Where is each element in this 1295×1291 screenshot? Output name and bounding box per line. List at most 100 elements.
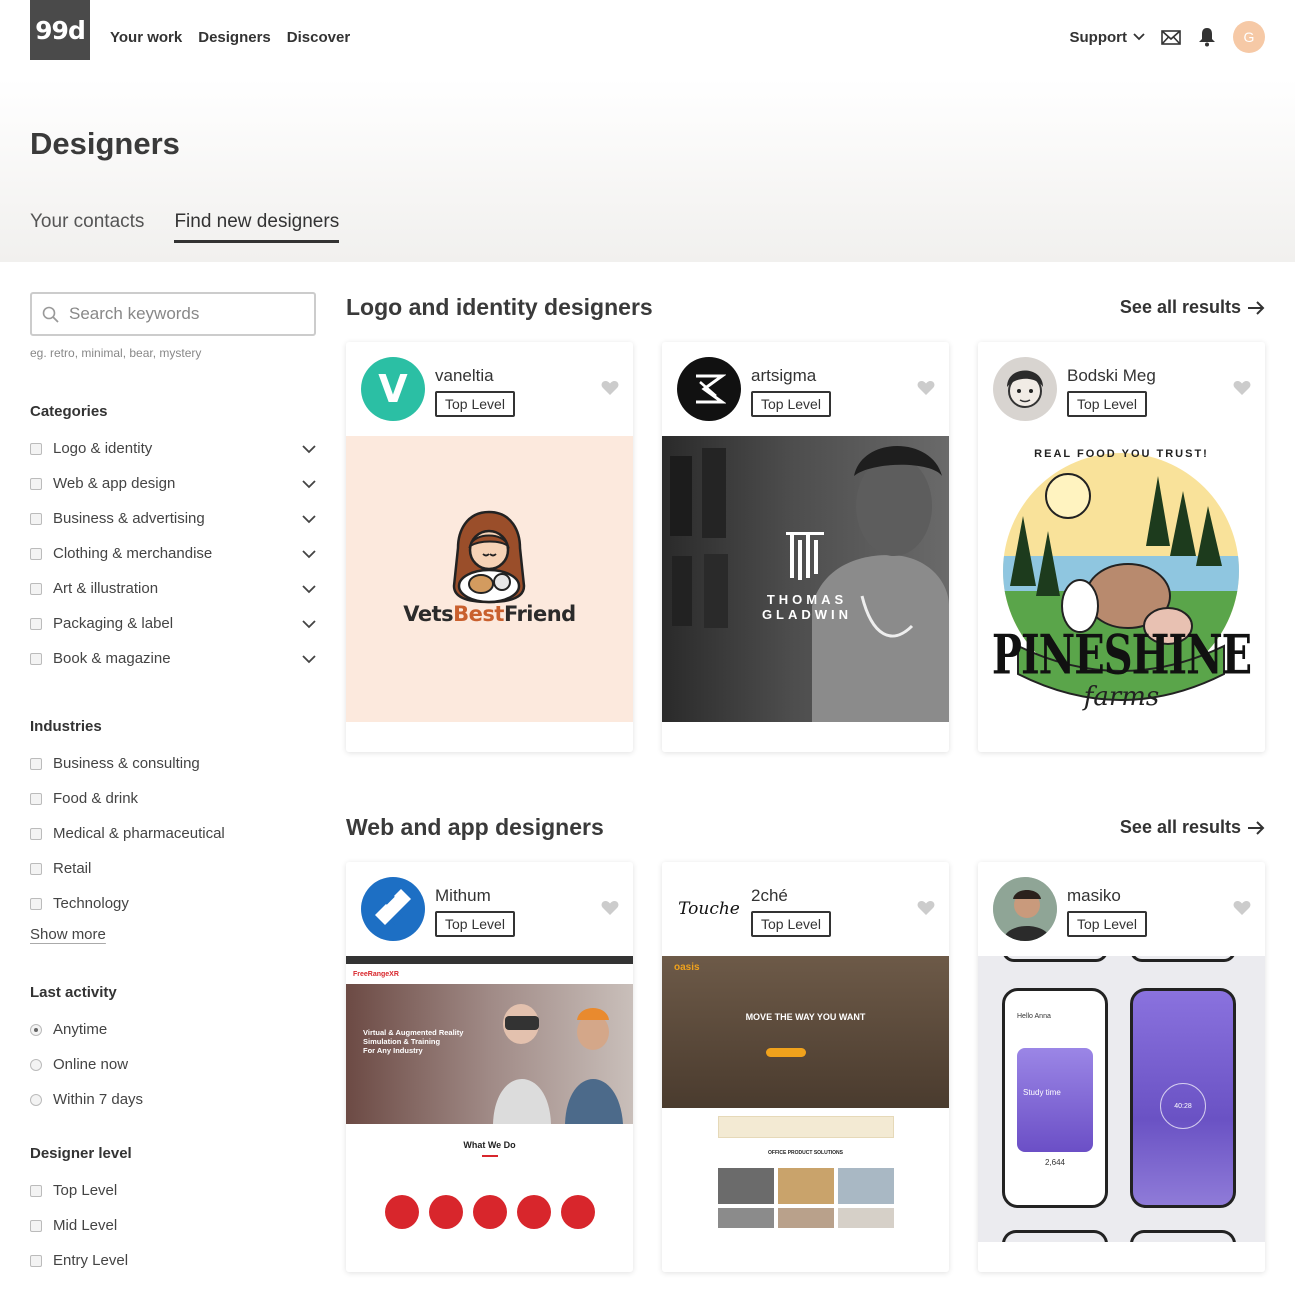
tab-find-new-designers[interactable]: Find new designers [174, 211, 340, 243]
designer-avatar[interactable]: Touche [677, 877, 741, 941]
checkbox-book-and-magazine[interactable]: Book & magazine [30, 641, 316, 676]
designer-avatar[interactable] [361, 877, 425, 941]
chevron-down-icon[interactable] [302, 511, 316, 528]
study-card: Study time [1017, 1048, 1093, 1152]
checkbox[interactable] [30, 512, 42, 525]
designer-card-artsigma[interactable]: artsigma Top Level THOMAS GLADWIN [662, 342, 949, 752]
card-header: artsigma Top Level [662, 342, 949, 436]
checkbox-technology[interactable]: Technology [30, 886, 316, 921]
nav-your-work[interactable]: Your work [110, 29, 182, 46]
heart-icon[interactable] [917, 380, 935, 396]
hero-line-3: For Any Industry [363, 1046, 423, 1055]
checkbox-business-and-consulting[interactable]: Business & consulting [30, 746, 316, 781]
checkbox-medical-and-pharmaceutical[interactable]: Medical & pharmaceutical [30, 816, 316, 851]
checkbox-retail[interactable]: Retail [30, 851, 316, 886]
portfolio-image[interactable]: Hello Anna Study time 2,644 40:28 [978, 956, 1265, 1242]
nav-designers[interactable]: Designers [198, 29, 271, 46]
checkbox[interactable] [30, 792, 42, 805]
chevron-down-icon[interactable] [302, 546, 316, 563]
checkbox[interactable] [30, 862, 42, 875]
see-all-web-link[interactable]: See all results [1120, 817, 1265, 838]
heart-icon[interactable] [601, 900, 619, 916]
designer-card-2che[interactable]: Touche 2ché Top Level oasis MOVE THE WAY… [662, 862, 949, 1272]
designer-avatar[interactable]: V [361, 357, 425, 421]
designer-name[interactable]: vaneltia [435, 366, 494, 386]
designer-name[interactable]: Mithum [435, 886, 491, 906]
designer-avatar[interactable] [993, 357, 1057, 421]
radio-within-7-days[interactable]: Within 7 days [30, 1082, 316, 1117]
show-more-link[interactable]: Show more [30, 926, 106, 943]
portfolio-image[interactable]: VetsBestFriend [346, 436, 633, 722]
checkbox-business-and-advertising[interactable]: Business & advertising [30, 501, 316, 536]
checkbox-art-and-illustration[interactable]: Art & illustration [30, 571, 316, 606]
portfolio-image[interactable]: THOMAS GLADWIN [662, 436, 949, 722]
card-header: V vaneltia Top Level [346, 342, 633, 436]
card-header: Mithum Top Level [346, 862, 633, 956]
filter-label: Food & drink [53, 790, 139, 807]
designer-card-masiko[interactable]: masiko Top Level Hello Anna Study time 2… [978, 862, 1265, 1272]
designer-card-mithum[interactable]: Mithum Top Level FreeRangeXR Virtual & A… [346, 862, 633, 1272]
checkbox-food-and-drink[interactable]: Food & drink [30, 781, 316, 816]
farm-subtitle: farms [1083, 682, 1160, 712]
designer-card-vaneltia[interactable]: V vaneltia Top Level VetsBestFriend [346, 342, 633, 752]
checkbox-packaging-and-label[interactable]: Packaging & label [30, 606, 316, 641]
checkbox-top-level[interactable]: Top Level [30, 1173, 316, 1208]
designer-name[interactable]: masiko [1067, 886, 1121, 906]
avatar-signature: Touche [678, 899, 740, 919]
heart-icon[interactable] [601, 380, 619, 396]
designer-avatar[interactable] [677, 357, 741, 421]
designer-avatar[interactable] [993, 877, 1057, 941]
user-avatar[interactable]: G [1233, 21, 1265, 53]
chevron-down-icon[interactable] [302, 651, 316, 668]
designer-name[interactable]: 2ché [751, 886, 788, 906]
search-box[interactable] [30, 292, 316, 336]
checkbox[interactable] [30, 1254, 42, 1267]
checkbox[interactable] [30, 582, 42, 595]
checkbox[interactable] [30, 617, 42, 630]
checkbox[interactable] [30, 1184, 42, 1197]
radio-button[interactable] [30, 1023, 42, 1036]
heart-icon[interactable] [1233, 380, 1251, 396]
tab-your-contacts[interactable]: Your contacts [30, 211, 144, 243]
radio-button[interactable] [30, 1093, 42, 1106]
heart-icon[interactable] [1233, 900, 1251, 916]
filter-label: Web & app design [53, 475, 176, 492]
designer-card-bodski-meg[interactable]: Bodski Meg Top Level REAL FOOD YOU TRUST… [978, 342, 1265, 752]
checkbox-web-and-app-design[interactable]: Web & app design [30, 466, 316, 501]
chevron-down-icon[interactable] [302, 476, 316, 493]
checkbox[interactable] [30, 757, 42, 770]
designer-name[interactable]: Bodski Meg [1067, 366, 1156, 386]
portfolio-image[interactable]: FreeRangeXR Virtual & Augmented Reality … [346, 956, 633, 1242]
portfolio-image[interactable]: REAL FOOD YOU TRUST! PINESHINE farms [978, 436, 1265, 722]
bell-icon[interactable] [1197, 27, 1217, 47]
checkbox-mid-level[interactable]: Mid Level [30, 1208, 316, 1243]
level-badge: Top Level [751, 391, 831, 417]
designer-name[interactable]: artsigma [751, 366, 816, 386]
checkbox[interactable] [30, 442, 42, 455]
chevron-down-icon[interactable] [302, 581, 316, 598]
checkbox[interactable] [30, 477, 42, 490]
see-all-logo-link[interactable]: See all results [1120, 297, 1265, 318]
mail-icon[interactable] [1161, 27, 1181, 47]
search-input[interactable] [69, 304, 289, 324]
radio-anytime[interactable]: Anytime [30, 1012, 316, 1047]
logo[interactable]: 99d [30, 0, 90, 60]
nav-discover[interactable]: Discover [287, 29, 350, 46]
checkbox[interactable] [30, 827, 42, 840]
checkbox[interactable] [30, 897, 42, 910]
chevron-down-icon[interactable] [302, 616, 316, 633]
checkbox-logo-and-identity[interactable]: Logo & identity [30, 431, 316, 466]
radio-online-now[interactable]: Online now [30, 1047, 316, 1082]
nav-right: Support G [1070, 21, 1265, 53]
portfolio-image[interactable]: oasis MOVE THE WAY YOU WANT OFFICE PRODU… [662, 956, 949, 1242]
heart-icon[interactable] [917, 900, 935, 916]
checkbox-clothing-and-merchandise[interactable]: Clothing & merchandise [30, 536, 316, 571]
radio-button[interactable] [30, 1058, 42, 1071]
checkbox-entry-level[interactable]: Entry Level [30, 1243, 316, 1278]
chevron-down-icon[interactable] [302, 441, 316, 458]
checkbox[interactable] [30, 1219, 42, 1232]
support-menu[interactable]: Support [1070, 29, 1146, 46]
checkbox[interactable] [30, 652, 42, 665]
checkbox[interactable] [30, 547, 42, 560]
filter-label: Mid Level [53, 1217, 118, 1234]
